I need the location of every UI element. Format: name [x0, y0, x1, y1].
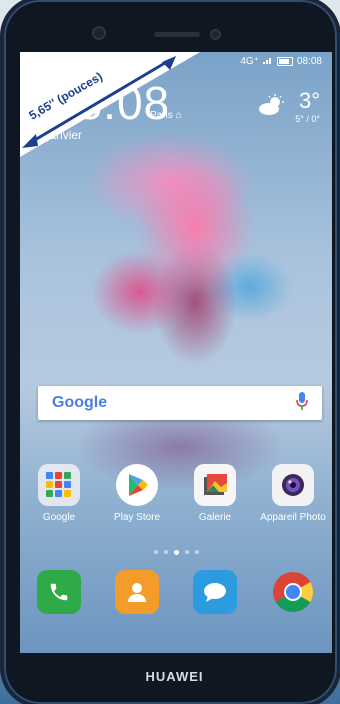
status-time: 08:08 — [296, 56, 322, 67]
app-google[interactable]: Google — [23, 464, 95, 523]
page-indicator[interactable] — [20, 550, 332, 555]
status-bar: 4G⁺ 08:08 — [240, 56, 322, 67]
page-dot[interactable] — [153, 550, 158, 554]
camera-icon — [272, 464, 314, 506]
phone-device: 4G⁺ 08:08 08:08 Paris ⌂ di 1 janvier 3° … — [4, 0, 337, 704]
screen-size-banner: 5,65'' (pouces) — [20, 52, 200, 157]
app-gallery[interactable]: Galerie — [179, 464, 251, 523]
temperature-range: 5° / 0° — [295, 114, 320, 124]
front-camera-icon — [92, 26, 106, 40]
temperature: 3° — [298, 88, 320, 113]
phone-icon[interactable] — [37, 570, 81, 614]
app-label: Play Store — [113, 512, 161, 523]
app-label: Appareil Photo — [260, 512, 326, 523]
earpiece-speaker — [154, 32, 200, 37]
messages-icon[interactable] — [193, 570, 237, 614]
contacts-icon[interactable] — [115, 570, 159, 614]
app-label: Galerie — [198, 512, 232, 523]
battery-icon — [276, 57, 293, 66]
sensor-icon — [210, 29, 221, 40]
page-dot[interactable] — [184, 550, 189, 554]
app-row: Google Play Store Galerie Appareil Photo — [20, 464, 332, 523]
google-folder-icon — [38, 464, 80, 506]
weather-widget[interactable]: 3° 5° / 0° — [295, 88, 320, 124]
page-dot[interactable] — [194, 550, 199, 554]
home-screen: 4G⁺ 08:08 08:08 Paris ⌂ di 1 janvier 3° … — [20, 52, 332, 653]
app-camera[interactable]: Appareil Photo — [257, 464, 329, 523]
chrome-icon[interactable] — [271, 570, 315, 614]
app-label: Google — [42, 512, 76, 523]
network-indicator: 4G⁺ — [240, 56, 259, 67]
play-store-icon — [116, 464, 158, 506]
gallery-icon — [194, 464, 236, 506]
brand-logo: HUAWEI — [145, 669, 204, 684]
signal-icon — [262, 56, 273, 67]
dock — [20, 570, 332, 614]
app-play-store[interactable]: Play Store — [101, 464, 173, 523]
google-search-bar[interactable]: Google — [38, 386, 322, 420]
google-logo: Google — [52, 394, 108, 411]
page-dot-active[interactable] — [173, 550, 179, 555]
microphone-icon[interactable] — [296, 391, 308, 415]
page-dot[interactable] — [163, 550, 168, 554]
partly-cloudy-icon — [259, 94, 284, 115]
